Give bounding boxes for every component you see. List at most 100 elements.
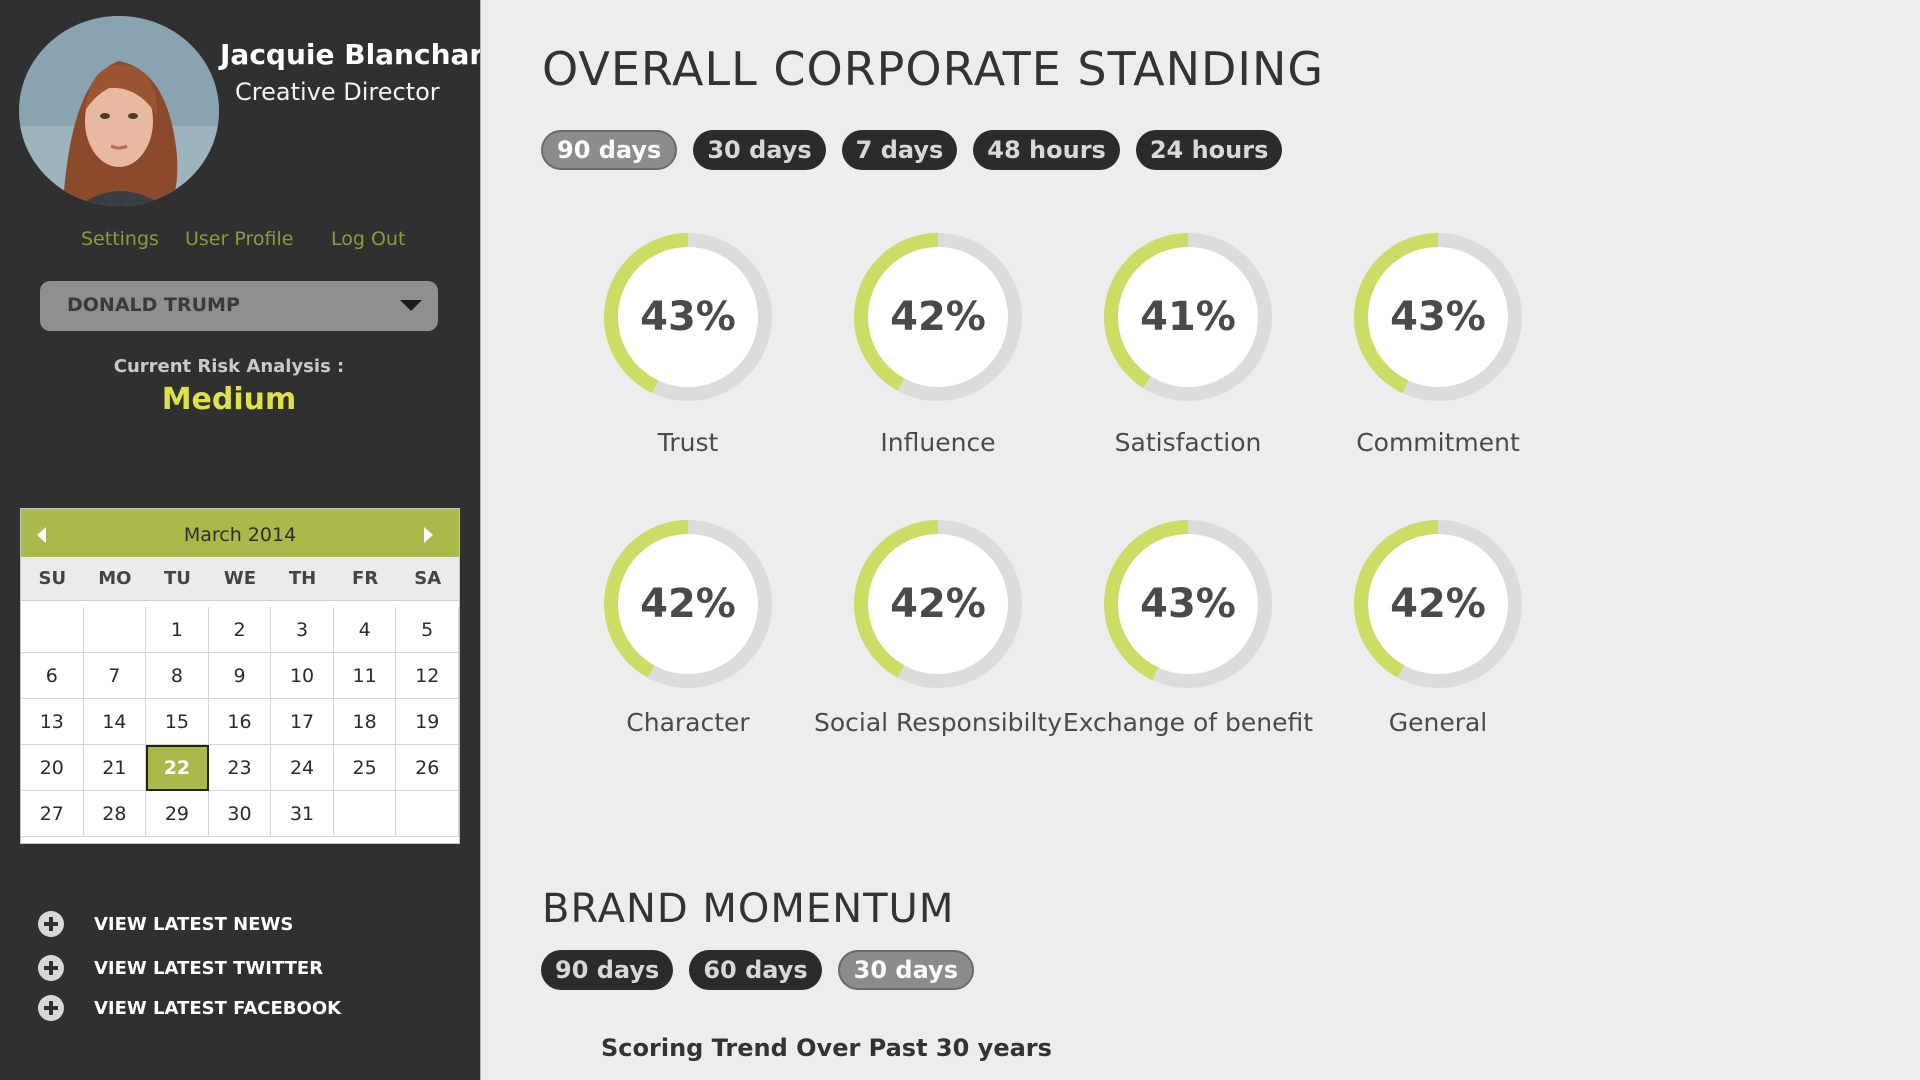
log-out-link[interactable]: Log Out (331, 228, 405, 250)
gauge-value: 42% (1390, 581, 1486, 627)
calendar-day[interactable]: 27 (21, 791, 84, 837)
calendar-days: 1 2 3 4 5 6 7 8 9 10 11 12 13 14 15 16 17 18 19 20 21 22 23 24 2… (21, 601, 459, 837)
calendar-day[interactable]: 18 (333, 699, 397, 745)
social-responsibilty-gauge: 42% (851, 517, 1025, 691)
calendar-day[interactable]: 10 (271, 653, 334, 699)
momentum-30-days-tab[interactable]: 30 days (837, 950, 974, 990)
calendar-day[interactable]: 15 (146, 699, 209, 745)
standing-90-days-tab[interactable]: 90 days (541, 130, 678, 170)
weekday-header: TU (163, 568, 191, 589)
gauge-value: 42% (890, 581, 986, 627)
weekday-header: TH (288, 568, 317, 589)
calendar-day[interactable]: 6 (21, 653, 84, 699)
gauge-value: 42% (890, 294, 986, 340)
plus-circle-icon (38, 995, 64, 1021)
client-select-value: DONALD TRUMP (67, 294, 240, 316)
gauge-label: Commitment (1356, 428, 1520, 457)
client-select-dropdown[interactable]: DONALD TRUMP (40, 281, 438, 331)
gauge-label: General (1388, 708, 1488, 737)
calendar-day[interactable]: 4 (333, 607, 397, 653)
calendar-day[interactable]: 28 (83, 791, 147, 837)
calendar-empty-cell (21, 607, 84, 653)
calendar-day[interactable]: 5 (396, 607, 459, 653)
calendar-day[interactable]: 13 (21, 699, 84, 745)
view-latest-facebook-link[interactable]: VIEW LATEST FACEBOOK (38, 993, 341, 1023)
calendar-day[interactable]: 7 (83, 653, 147, 699)
avatar[interactable] (19, 16, 219, 206)
exchange-of-benefit-gauge: 43% (1101, 517, 1275, 691)
calendar-day[interactable]: 14 (83, 699, 147, 745)
standing-48-hours-tab[interactable]: 48 hours (973, 130, 1120, 170)
standing-period-tabs: 90 days 30 days 7 days 48 hours 24 hours (541, 130, 1283, 170)
main-content: OVERALL CORPORATE STANDING 90 days 30 day… (480, 0, 1920, 1080)
calendar-day[interactable]: 3 (271, 607, 334, 653)
momentum-period-tabs: 90 days 60 days 30 days (541, 950, 974, 990)
plus-circle-icon (38, 955, 64, 981)
standing-7-days-tab[interactable]: 7 days (841, 130, 958, 170)
user-name: Jacquie Blanchard (220, 38, 504, 71)
scoring-trend-title: Scoring Trend Over Past 30 years (601, 1034, 1052, 1062)
weekday-header: SU (38, 568, 67, 589)
calendar-day[interactable]: 17 (271, 699, 334, 745)
gauge-value: 42% (640, 581, 736, 627)
influence-gauge: 42% (851, 230, 1025, 404)
risk-analysis-label: Current Risk Analysis : (113, 356, 345, 377)
calendar-day[interactable]: 31 (271, 791, 334, 837)
sidebar: Jacquie Blanchard Creative Director Sett… (0, 0, 503, 1080)
feed-label: VIEW LATEST NEWS (94, 913, 294, 935)
feed-label: VIEW LATEST TWITTER (94, 957, 324, 979)
calendar-day-selected[interactable]: 22 (146, 745, 209, 791)
user-profile-link[interactable]: User Profile (185, 228, 293, 250)
calendar-day[interactable]: 9 (208, 653, 272, 699)
view-latest-news-link[interactable]: VIEW LATEST NEWS (38, 909, 293, 939)
calendar: March 2014 SU MO TU WE TH FR SA 1 2 3 4 5 6 7 8 9 10 11 1… (20, 508, 460, 844)
gauge-value: 43% (640, 294, 736, 340)
chevron-down-icon (400, 300, 422, 311)
calendar-day[interactable]: 24 (271, 745, 334, 791)
calendar-day[interactable]: 26 (396, 745, 459, 791)
calendar-day[interactable]: 11 (333, 653, 397, 699)
calendar-weekdays: SU MO TU WE TH FR SA (21, 557, 459, 601)
general-gauge: 42% (1351, 517, 1525, 691)
calendar-empty-cell (333, 791, 397, 837)
calendar-empty-cell (83, 607, 147, 653)
corporate-standing-title: OVERALL CORPORATE STANDING (542, 42, 1325, 96)
momentum-90-days-tab[interactable]: 90 days (541, 950, 674, 990)
brand-momentum-title: BRAND MOMENTUM (542, 886, 955, 932)
calendar-day[interactable]: 19 (396, 699, 459, 745)
weekday-header: SA (414, 568, 442, 589)
calendar-day[interactable]: 1 (146, 607, 209, 653)
calendar-day[interactable]: 29 (146, 791, 209, 837)
calendar-day[interactable]: 2 (208, 607, 272, 653)
calendar-month-label: March 2014 (183, 524, 297, 546)
standing-24-hours-tab[interactable]: 24 hours (1135, 130, 1283, 170)
calendar-day[interactable]: 12 (396, 653, 459, 699)
character-gauge: 42% (601, 517, 775, 691)
risk-analysis-value: Medium (161, 382, 297, 417)
calendar-day[interactable]: 8 (146, 653, 209, 699)
standing-30-days-tab[interactable]: 30 days (693, 130, 826, 170)
gauge-value: 43% (1140, 581, 1236, 627)
momentum-60-days-tab[interactable]: 60 days (689, 950, 822, 990)
plus-circle-icon (38, 911, 64, 937)
calendar-day[interactable]: 16 (208, 699, 272, 745)
view-latest-twitter-link[interactable]: VIEW LATEST TWITTER (38, 953, 323, 983)
weekday-header: MO (98, 568, 132, 589)
next-month-icon[interactable] (424, 527, 433, 543)
previous-month-icon[interactable] (37, 527, 46, 543)
gauge-value: 41% (1140, 294, 1236, 340)
settings-link[interactable]: Settings (81, 228, 159, 250)
satisfaction-gauge: 41% (1101, 230, 1275, 404)
calendar-day[interactable]: 20 (21, 745, 84, 791)
calendar-header: March 2014 (21, 509, 459, 557)
calendar-day[interactable]: 23 (208, 745, 272, 791)
calendar-empty-cell (396, 791, 459, 837)
calendar-day[interactable]: 21 (83, 745, 147, 791)
weekday-header: WE (223, 568, 257, 589)
weekday-header: FR (352, 568, 379, 589)
calendar-day[interactable]: 25 (333, 745, 397, 791)
commitment-gauge: 43% (1351, 230, 1525, 404)
user-role: Creative Director (235, 78, 440, 106)
gauge-value: 43% (1390, 294, 1486, 340)
calendar-day[interactable]: 30 (208, 791, 272, 837)
